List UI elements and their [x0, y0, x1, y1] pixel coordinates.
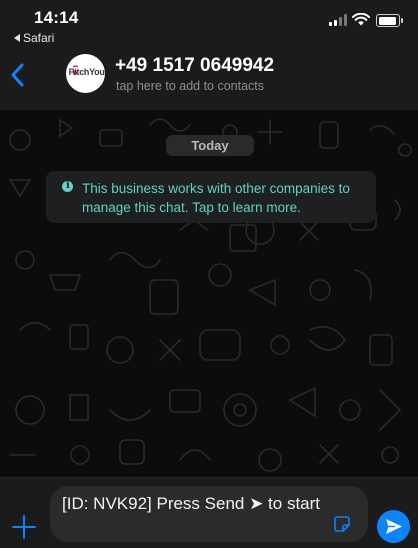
contact-subtitle[interactable]: tap here to add to contacts [116, 79, 264, 93]
chat-background [0, 110, 418, 477]
status-bar: 14:14 Safari [0, 0, 418, 48]
back-app-label: Safari [23, 31, 55, 45]
info-icon [62, 180, 73, 192]
chat-header[interactable]: PitchYou +49 1517 0649942 tap here to ad… [0, 48, 418, 111]
doodle-wallpaper-icon [8, 118, 412, 472]
send-button[interactable] [377, 510, 410, 543]
back-triangle-icon [14, 34, 20, 42]
plus-icon[interactable] [12, 515, 36, 539]
sticker-icon[interactable] [334, 516, 350, 532]
business-notice[interactable]: This business works with other companies… [46, 171, 376, 223]
signal-icon [329, 14, 347, 26]
message-composer: [ID: NVK92] Press Send ➤ to start [0, 477, 418, 548]
contact-name[interactable]: +49 1517 0649942 [115, 55, 274, 77]
status-time: 14:14 [34, 8, 79, 27]
wifi-icon [352, 13, 370, 26]
send-icon [386, 519, 402, 534]
business-notice-text[interactable]: This business works with other companies… [82, 179, 372, 217]
back-chevron-icon[interactable] [8, 61, 28, 89]
date-separator: Today [166, 135, 254, 156]
avatar[interactable]: PitchYou [66, 54, 105, 93]
avatar-logo-text: PitchYou [68, 67, 105, 77]
message-input-value[interactable]: [ID: NVK92] Press Send ➤ to start [62, 493, 322, 515]
battery-icon [376, 14, 403, 27]
back-to-app-link[interactable]: Safari [14, 31, 54, 45]
message-input[interactable]: [ID: NVK92] Press Send ➤ to start [50, 486, 368, 542]
